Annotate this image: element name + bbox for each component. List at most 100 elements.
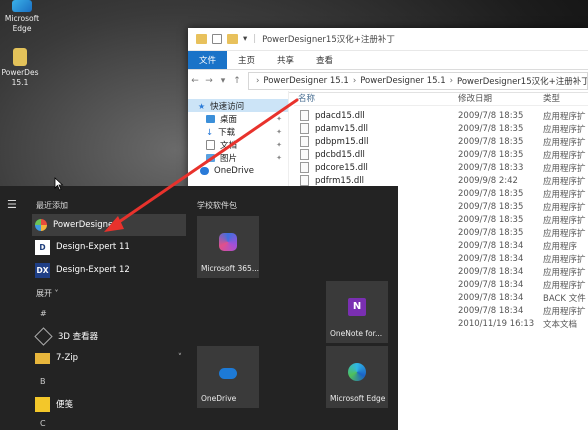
file-type: 应用程序扩 bbox=[543, 111, 586, 122]
tile-microsoft-edge[interactable]: Microsoft Edge bbox=[326, 346, 388, 408]
file-type: 应用程序 bbox=[543, 241, 578, 252]
file-type: 应用程序扩 bbox=[543, 254, 586, 265]
file-row[interactable]: pdcore15.dll 2009/7/8 18:33 应用程序扩 bbox=[294, 161, 588, 174]
desktop-icon bbox=[206, 114, 215, 123]
design-expert-11-icon: D bbox=[35, 239, 50, 255]
breadcrumb-item[interactable]: PowerDesigner 15.1 bbox=[263, 76, 348, 86]
start-app-design-expert-11[interactable]: D Design-Expert 11 bbox=[32, 236, 186, 258]
pictures-icon bbox=[206, 153, 215, 162]
edge-icon bbox=[348, 363, 366, 381]
download-icon: ↓ bbox=[206, 127, 214, 138]
powerdesigner-icon bbox=[13, 48, 27, 66]
tab-home[interactable]: 主页 bbox=[227, 51, 266, 69]
file-type: 应用程序扩 bbox=[543, 202, 586, 213]
desktop-icon-powerdesigner[interactable]: PowerDes 15.1 bbox=[0, 48, 42, 88]
file-date: 2009/7/8 18:34 bbox=[458, 279, 524, 290]
file-type: 应用程序扩 bbox=[543, 189, 586, 200]
file-type: 应用程序扩 bbox=[543, 280, 586, 291]
onedrive-icon bbox=[219, 368, 237, 379]
dll-file-icon bbox=[300, 123, 309, 134]
file-date: 2010/11/19 16:13 bbox=[458, 318, 535, 329]
nav-item-documents[interactable]: 文档 ✦ bbox=[188, 138, 288, 151]
file-name: pdcore15.dll bbox=[315, 162, 368, 173]
start-app-3d-viewer[interactable]: 3D 查看器 bbox=[32, 325, 186, 347]
nav-item-downloads[interactable]: ↓ 下载 ✦ bbox=[188, 125, 288, 138]
start-app-design-expert-12[interactable]: DX Design-Expert 12 bbox=[32, 259, 186, 281]
pin-icon: ✦ bbox=[276, 114, 282, 123]
checkbox-icon[interactable] bbox=[212, 34, 222, 44]
file-row[interactable]: pdbpm15.dll 2009/7/8 18:35 应用程序扩 bbox=[294, 135, 588, 148]
file-type: 应用程序扩 bbox=[543, 228, 586, 239]
letter-header[interactable]: B bbox=[40, 377, 46, 386]
address-bar: ← → ▾ ↑ › PowerDesigner 15.1 › PowerDesi… bbox=[188, 70, 588, 93]
file-type: 应用程序扩 bbox=[543, 124, 586, 135]
pin-icon: ✦ bbox=[276, 140, 282, 149]
file-type: 应用程序扩 bbox=[543, 137, 586, 148]
address-path[interactable]: › PowerDesigner 15.1 › PowerDesigner 15.… bbox=[248, 72, 588, 90]
column-date[interactable]: 修改日期 bbox=[458, 92, 543, 104]
cloud-icon bbox=[200, 166, 209, 175]
file-date: 2009/7/8 18:34 bbox=[458, 240, 524, 251]
cursor-icon bbox=[54, 177, 64, 191]
file-type: 应用程序扩 bbox=[543, 215, 586, 226]
tab-file[interactable]: 文件 bbox=[188, 51, 228, 69]
start-app-7zip[interactable]: 7-Zip ˅ bbox=[32, 347, 186, 369]
onenote-icon: N bbox=[348, 298, 366, 316]
file-row[interactable]: pdacd15.dll 2009/7/8 18:35 应用程序扩 bbox=[294, 109, 588, 122]
file-type: 应用程序扩 bbox=[543, 306, 586, 317]
chevron-down-icon[interactable]: ▾ bbox=[216, 76, 230, 86]
tab-share[interactable]: 共享 bbox=[266, 51, 305, 69]
3d-viewer-icon bbox=[34, 326, 53, 346]
file-name: pdamv15.dll bbox=[315, 123, 368, 134]
file-name: pdfrm15.dll bbox=[315, 175, 365, 186]
back-icon[interactable]: ← bbox=[188, 76, 202, 86]
file-name: pdbpm15.dll bbox=[315, 136, 369, 147]
chevron-down-icon: ˅ bbox=[177, 353, 182, 363]
file-type: 应用程序扩 bbox=[543, 150, 586, 161]
start-app-powerdesigner[interactable]: PowerDesigner bbox=[32, 214, 186, 236]
file-date: 2009/9/8 2:42 bbox=[458, 175, 518, 186]
star-icon: ★ bbox=[198, 101, 206, 111]
nav-item-pictures[interactable]: 图片 ✦ bbox=[188, 151, 288, 164]
file-date: 2009/7/8 18:35 bbox=[458, 227, 524, 238]
dll-file-icon bbox=[300, 175, 309, 186]
forward-icon[interactable]: → bbox=[202, 76, 216, 86]
desktop-icon-label: PowerDes 15.1 bbox=[1, 68, 39, 87]
chevron-down-icon[interactable]: ▾ bbox=[243, 34, 247, 44]
pin-icon: ✦ bbox=[276, 127, 282, 136]
file-row[interactable]: pdcbd15.dll 2009/7/8 18:35 应用程序扩 bbox=[294, 148, 588, 161]
file-date: 2009/7/8 18:34 bbox=[458, 305, 524, 316]
folder-icon[interactable] bbox=[227, 34, 238, 44]
tiles-group-label: 学校软件包 bbox=[197, 201, 237, 210]
nav-item-onedrive[interactable]: OneDrive bbox=[188, 164, 288, 177]
column-name[interactable]: 名称 bbox=[294, 92, 458, 104]
file-row[interactable]: pdamv15.dll 2009/7/8 18:35 应用程序扩 bbox=[294, 122, 588, 135]
start-menu: ☰ 最近添加 PowerDesigner D Design-Expert 11 … bbox=[0, 186, 398, 430]
tile-onenote[interactable]: N OneNote for... bbox=[326, 281, 388, 343]
breadcrumb-item[interactable]: PowerDesigner15汉化+注册补丁 bbox=[457, 75, 587, 87]
nav-item-desktop[interactable]: 桌面 ✦ bbox=[188, 112, 288, 125]
tile-microsoft-365[interactable]: Microsoft 365... bbox=[197, 216, 259, 278]
desktop-icon-label: Microsoft Edge bbox=[4, 14, 40, 33]
title-bar: ▾ | PowerDesigner15汉化+注册补丁 bbox=[188, 28, 588, 51]
powerdesigner-icon bbox=[35, 219, 47, 231]
up-icon[interactable]: ↑ bbox=[230, 76, 244, 86]
file-date: 2009/7/8 18:35 bbox=[458, 136, 524, 147]
desktop-icon-edge[interactable]: Microsoft Edge bbox=[0, 0, 44, 34]
file-type: 应用程序扩 bbox=[543, 267, 586, 278]
pin-icon: ✦ bbox=[276, 153, 282, 162]
column-type[interactable]: 类型 bbox=[543, 92, 588, 104]
file-date: 2009/7/8 18:35 bbox=[458, 123, 524, 134]
microsoft-365-icon bbox=[219, 233, 237, 251]
letter-header[interactable]: C bbox=[40, 419, 46, 428]
file-type: BACK 文件 bbox=[543, 293, 586, 304]
expand-button[interactable]: 展开 ˅ bbox=[36, 288, 59, 299]
start-app-sticky-notes[interactable]: 便笺 bbox=[32, 393, 186, 415]
window-title: PowerDesigner15汉化+注册补丁 bbox=[262, 35, 395, 45]
tab-view[interactable]: 查看 bbox=[305, 51, 344, 69]
tile-onedrive[interactable]: OneDrive bbox=[197, 346, 259, 408]
hamburger-menu-icon[interactable]: ☰ bbox=[7, 198, 17, 211]
breadcrumb-item[interactable]: PowerDesigner 15.1 bbox=[360, 76, 445, 86]
letter-header[interactable]: # bbox=[40, 309, 47, 318]
nav-item-quick-access[interactable]: ★ 快速访问 bbox=[188, 99, 288, 112]
